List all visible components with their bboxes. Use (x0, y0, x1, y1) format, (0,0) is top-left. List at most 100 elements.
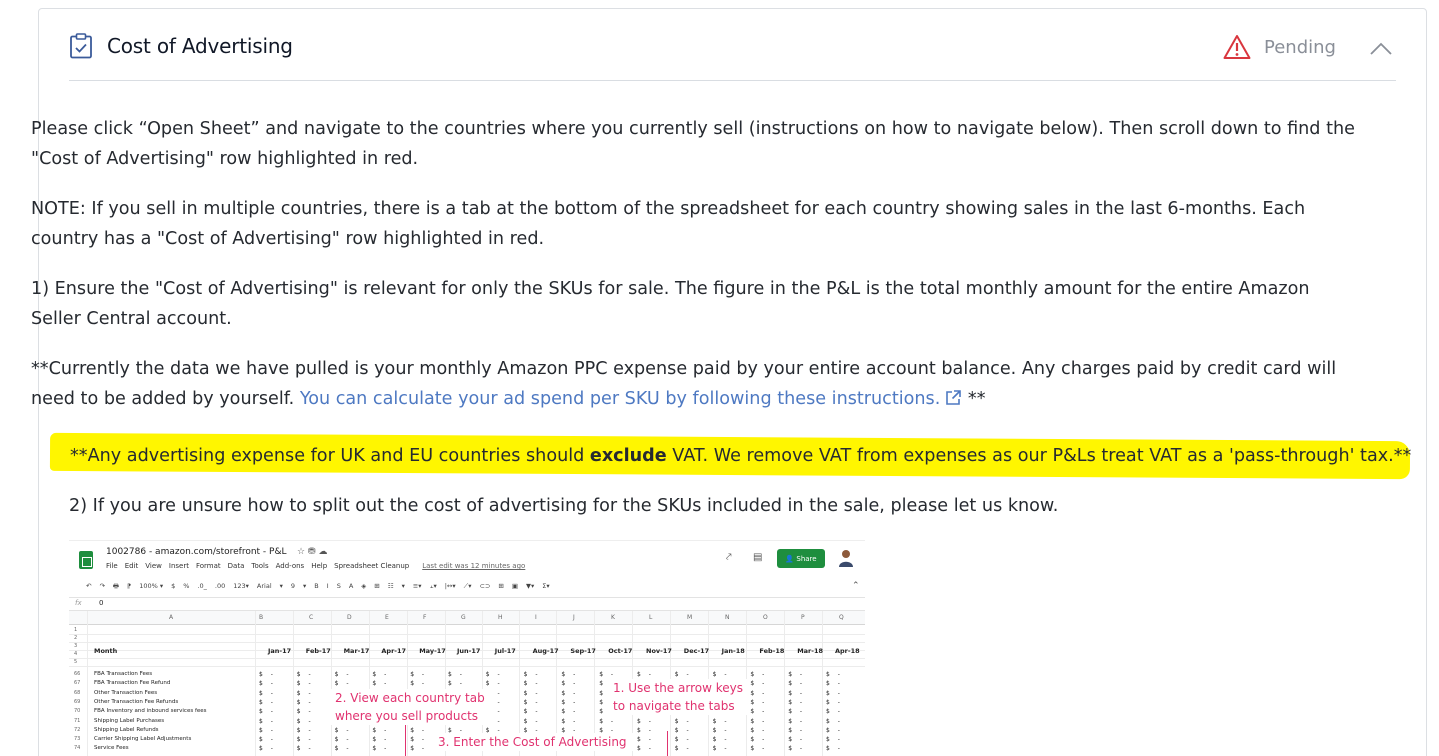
row-number: 2 (74, 635, 78, 641)
row-label: Service Fees (94, 745, 129, 752)
cell-value: $ - (561, 708, 579, 716)
row-number: 5 (74, 659, 78, 665)
vat-note-bold: exclude (589, 446, 667, 466)
toolbar-item: S (336, 582, 341, 590)
cell-value: $ - (372, 736, 390, 744)
row-label: FBA Transaction Fees (94, 671, 153, 677)
cell-value: $ - (750, 698, 768, 706)
cell-value: $ - (372, 745, 390, 753)
month-header: Apr-18 (835, 647, 860, 655)
cell-value: $ - (410, 745, 428, 753)
row-label: Carrier Shipping Label Adjustments (94, 736, 192, 743)
chevron-up-icon: ⌃ (852, 581, 860, 591)
cell-value: $ - (259, 726, 276, 734)
cell-value: $ - (523, 680, 541, 688)
grid-line (69, 642, 865, 643)
column-header: I (535, 614, 537, 621)
cell-value: $ - (826, 745, 843, 753)
cell-value: $ - (485, 680, 503, 688)
cell-value: $ - (296, 736, 314, 744)
month-header: Sep-17 (570, 647, 596, 655)
row-label: FBA Transaction Fee Refund (94, 680, 171, 687)
cell-value: $ - (712, 717, 730, 725)
column-header: G (461, 614, 466, 621)
month-header: Jan-18 (721, 647, 745, 655)
grid-line (69, 658, 865, 659)
annotation-line (405, 724, 406, 756)
cell-value: $ - (599, 717, 617, 725)
cell-value: $ - (561, 671, 579, 678)
cell-value: $ - (788, 717, 806, 725)
grid-line (69, 666, 865, 667)
cell-value: $ - (334, 680, 352, 688)
cell-value: $ - (561, 680, 579, 688)
menu-item: Data (227, 562, 245, 570)
row-number: 69 (74, 698, 81, 705)
row-label: Shipping Label Purchases (94, 717, 165, 724)
month-header: Jul-17 (494, 647, 516, 655)
cell-value: $ - (296, 726, 314, 734)
column-header: L (649, 614, 653, 621)
cell-value: $ - (561, 717, 579, 725)
cell-value: $ - (485, 671, 503, 678)
month-header: Apr-17 (381, 647, 407, 655)
grid-line (822, 611, 823, 756)
toolbar-item: 100% ▾ (139, 582, 164, 590)
cell-value: $ - (826, 671, 843, 678)
cell-value: $ - (826, 726, 843, 734)
annotation-view-tabs: 2. View each country tab where you sell … (331, 689, 491, 725)
cell-value: $ - (259, 717, 276, 725)
menu-item: Add-ons (275, 562, 305, 570)
toolbar-item: 🖶 (112, 582, 120, 590)
menu-item: File (106, 562, 118, 570)
doc-title: 1002786 - amazon.com/storefront - P&L (106, 547, 287, 557)
row-number: 1 (74, 627, 78, 633)
warning-triangle-icon (1223, 35, 1251, 59)
toolbar-item: ▾ (401, 582, 405, 590)
formula-value: 0 (99, 599, 104, 607)
paragraph-step-2: 2) If you are unsure how to split out th… (69, 496, 1059, 516)
status-indicator: Pending (1223, 32, 1336, 62)
instructions-link-text: You can calculate your ad spend per SKU … (299, 389, 941, 409)
annotation-line-2: where you sell products (335, 709, 479, 723)
cell-value: $ - (788, 726, 806, 734)
cell-value: $ - (599, 671, 617, 678)
toolbar-item: ⊂⊃ (479, 582, 491, 590)
cell-value: $ - (712, 736, 730, 744)
grid-line (784, 611, 785, 756)
column-header: M (687, 614, 693, 621)
cell-value: $ - (826, 680, 843, 688)
column-header: H (498, 614, 503, 621)
toolbar-item: $ (171, 582, 176, 590)
row-label: Other Transaction Fee Refunds (94, 698, 179, 705)
cell-value: $ - (334, 671, 352, 678)
toolbar-item: ▼▾ (526, 582, 535, 590)
menu-item: Tools (251, 562, 269, 570)
toolbar-item: Arial (256, 582, 272, 590)
cell-value: $ - (296, 708, 314, 716)
instructions-link[interactable]: You can calculate your ad spend per SKU … (300, 389, 963, 409)
cell-value: $ - (637, 745, 654, 753)
toolbar-item: ☷ (387, 582, 394, 590)
cell-value: $ - (674, 745, 692, 753)
column-header: Q (839, 614, 844, 621)
toolbar-item: A (348, 582, 354, 590)
chevron-up-icon[interactable] (1366, 37, 1396, 59)
cell-value: $ - (259, 708, 276, 716)
cell-value: $ - (296, 689, 314, 697)
last-edit: Last edit was 12 minutes ago (422, 562, 526, 570)
cell-value: $ - (372, 726, 390, 734)
toolbar-item: ◈ (361, 582, 367, 590)
vat-highlight: **Any advertising expense for UK and EU … (49, 432, 1411, 480)
annotation-line (667, 731, 668, 756)
cell-value: $ - (826, 736, 843, 744)
toolbar-item: .00 (214, 582, 226, 590)
toolbar-item: |↔▾ (444, 582, 456, 590)
card-header[interactable]: Cost of Advertising Pending (69, 27, 1396, 81)
cell-value: $ - (259, 736, 276, 744)
cell-value: $ - (712, 726, 730, 734)
toolbar-item: ⊞ (498, 582, 504, 590)
menu-item: Help (311, 562, 328, 570)
ppc-note-suffix: ** (962, 389, 986, 409)
cell-value: $ - (410, 726, 428, 734)
